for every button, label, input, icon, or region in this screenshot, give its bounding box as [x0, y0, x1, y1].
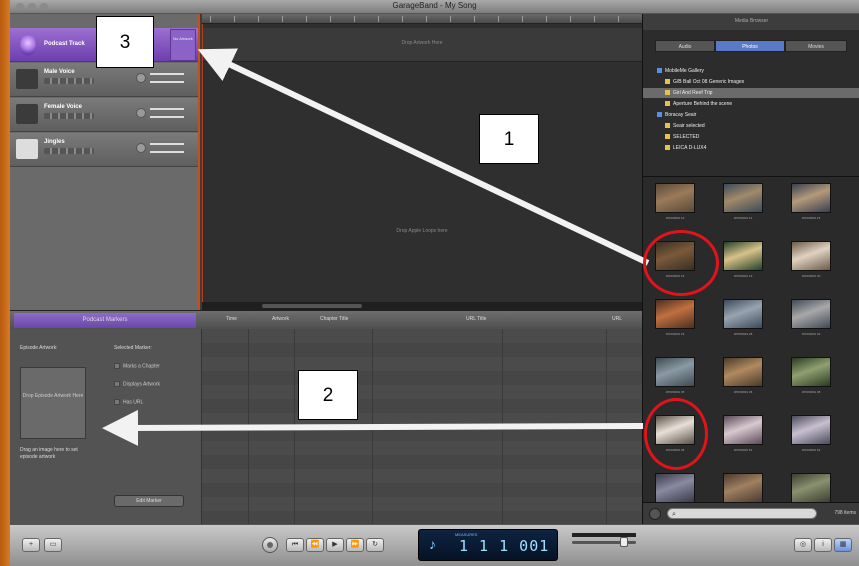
- annotation-label-3: 3: [96, 16, 154, 68]
- annotation-arrows: [102, 48, 650, 446]
- screenshot-stage: GarageBand - My Song Podcast Track No Ar…: [0, 0, 859, 566]
- annotation-label-1: 1: [479, 114, 539, 164]
- arrow-2: [102, 409, 644, 446]
- annotation-label-2: 2: [298, 370, 358, 420]
- highlight-circle-photo: [644, 398, 708, 470]
- highlight-circle-photo: [643, 230, 719, 296]
- arrow-1: [197, 48, 650, 266]
